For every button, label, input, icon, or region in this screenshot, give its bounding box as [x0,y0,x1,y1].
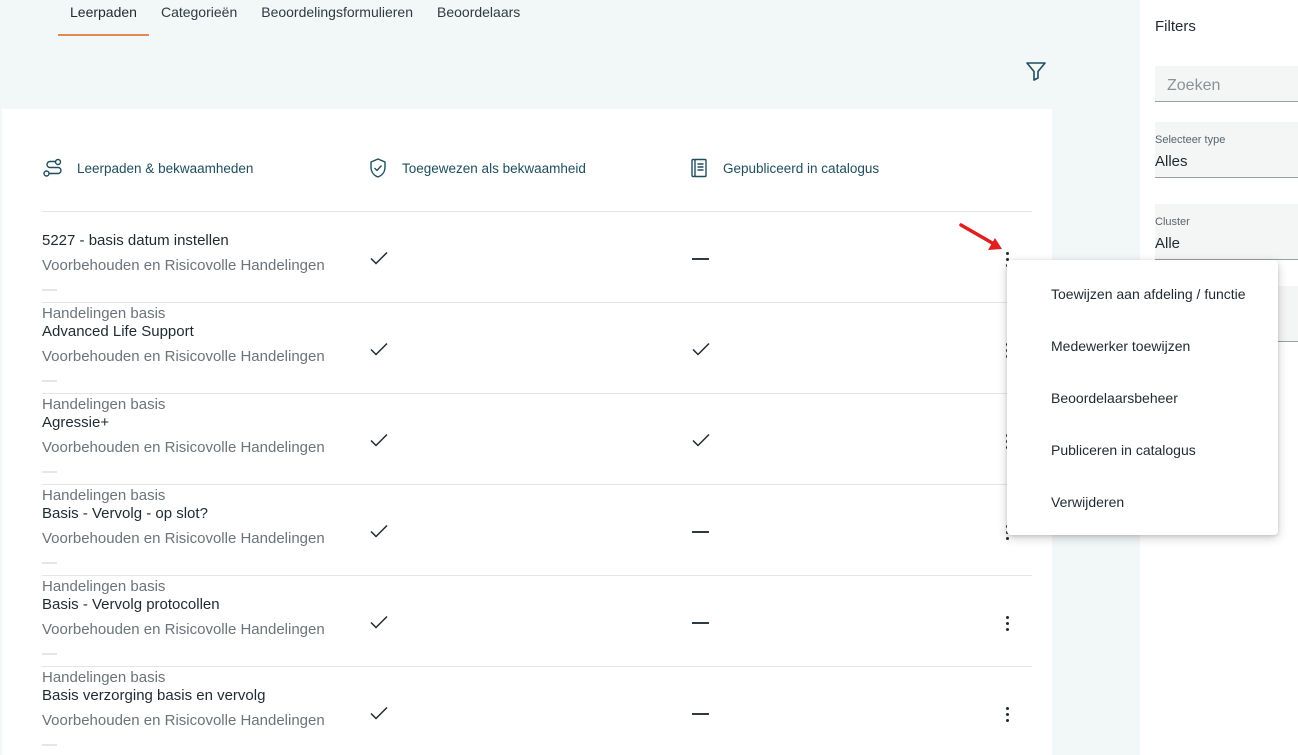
row-title[interactable]: Basis - Vervolg - op slot? [42,505,208,522]
cluster-select-label: Cluster [1155,216,1190,228]
annotation-arrow-icon [959,223,1002,250]
row-category: Voorbehouden en Risicovolle Handelingen [42,257,325,274]
more-options-icon[interactable] [997,704,1017,724]
menu-item-assign-department[interactable]: Toewijzen aan afdeling / functie [1051,286,1246,302]
assigned-check-icon [370,615,388,629]
search-placeholder: Zoeken [1167,77,1221,94]
row-category: Voorbehouden en Risicovolle Handelingen [42,530,325,547]
type-select[interactable]: Selecteer type Alles [1155,122,1298,178]
column-header-label: Leerpaden & bekwaamheden [77,160,254,176]
assigned-check-icon [370,342,388,356]
row-category: Voorbehouden en Risicovolle Handelingen [42,348,325,365]
assigned-check-icon [370,524,388,538]
type-select-value: Alles [1155,153,1188,170]
row-title[interactable]: Basis - Vervolg protocollen [42,596,220,613]
table-row[interactable]: Advanced Life Support Voorbehouden en Ris… [42,303,1032,413]
table-row[interactable]: 5227 - basis datum instellen Voorbehouden… [42,212,1032,322]
table-row[interactable]: Agressie+ Voorbehouden en Risicovolle Han… [42,394,1032,504]
assigned-check-icon [370,706,388,720]
row-category: Voorbehouden en Risicovolle Handelingen [42,621,325,638]
assigned-check-icon [370,433,388,447]
cluster-select[interactable]: Cluster Alle [1155,204,1298,260]
assigned-check-icon [370,251,388,265]
column-header-toegewezen[interactable]: Toegewezen als bekwaamheid [367,156,586,180]
column-header-label: Toegewezen als bekwaamheid [402,160,586,176]
search-input[interactable]: Zoeken [1155,66,1298,102]
book-icon [691,158,707,178]
published-dash-icon [692,531,709,533]
path-separator: — [42,281,57,298]
table-row[interactable]: Basis - Vervolg protocollen Voorbehouden … [42,576,1032,686]
row-category-path: Voorbehouden en Risicovolle Handelingen … [42,709,342,755]
row-category: Voorbehouden en Risicovolle Handelingen [42,439,325,456]
path-separator: — [42,736,57,753]
menu-item-delete[interactable]: Verwijderen [1051,494,1124,510]
column-header-gepubliceerd[interactable]: Gepubliceerd in catalogus [688,156,879,180]
filter-icon[interactable] [1024,59,1048,83]
row-title[interactable]: 5227 - basis datum instellen [42,232,229,249]
published-dash-icon [692,258,709,260]
tab-categorieen[interactable]: Categorieën [149,0,249,36]
tab-beoordelingsformulieren[interactable]: Beoordelingsformulieren [249,0,425,36]
row-title[interactable]: Advanced Life Support [42,323,194,340]
route-icon [43,158,62,177]
kebab-dot [1005,536,1009,540]
row-title[interactable]: Basis verzorging basis en vervolg [42,687,265,704]
menu-item-assessor-management[interactable]: Beoordelaarsbeheer [1051,390,1178,406]
published-check-icon [692,342,710,356]
kebab-dot [1005,621,1009,625]
table-row[interactable]: Basis verzorging basis en vervolg Voorbeh… [42,667,1032,755]
published-dash-icon [692,713,709,715]
menu-item-publish-catalog[interactable]: Publiceren in catalogus [1051,442,1196,458]
shield-check-icon [370,158,386,178]
menu-item-assign-employee[interactable]: Medewerker toewijzen [1051,338,1190,354]
tab-bar: Leerpaden Categorieën Beoordelingsformul… [58,0,532,36]
path-separator: — [42,463,57,480]
additional-filter-field[interactable] [1278,286,1298,342]
tab-beoordelaars[interactable]: Beoordelaars [425,0,532,36]
row-actions-menu: Toewijzen aan afdeling / functie Medewer… [1007,260,1278,535]
kebab-dot [1005,712,1009,716]
published-check-icon [692,433,710,447]
kebab-dot [1005,706,1009,710]
published-dash-icon [692,622,709,624]
kebab-dot [1005,615,1009,619]
tab-leerpaden[interactable]: Leerpaden [58,0,149,36]
cluster-select-value: Alle [1155,235,1181,252]
path-separator: — [42,554,57,571]
type-select-label: Selecteer type [1155,134,1226,146]
filters-title: Filters [1155,18,1196,35]
kebab-dot [1005,627,1009,631]
path-separator: — [42,372,57,389]
path-separator: — [42,645,57,662]
table-row[interactable]: Basis - Vervolg - op slot? Voorbehouden e… [42,485,1032,595]
row-category: Voorbehouden en Risicovolle Handelingen [42,712,325,729]
row-title[interactable]: Agressie+ [42,414,109,431]
column-header-leerpaden[interactable]: Leerpaden & bekwaamheden [42,156,253,180]
learning-paths-table: Leerpaden & bekwaamheden Toegewezen als … [2,109,1052,755]
kebab-dot [1005,718,1009,722]
more-options-icon[interactable] [997,613,1017,633]
column-header-label: Gepubliceerd in catalogus [723,160,880,176]
